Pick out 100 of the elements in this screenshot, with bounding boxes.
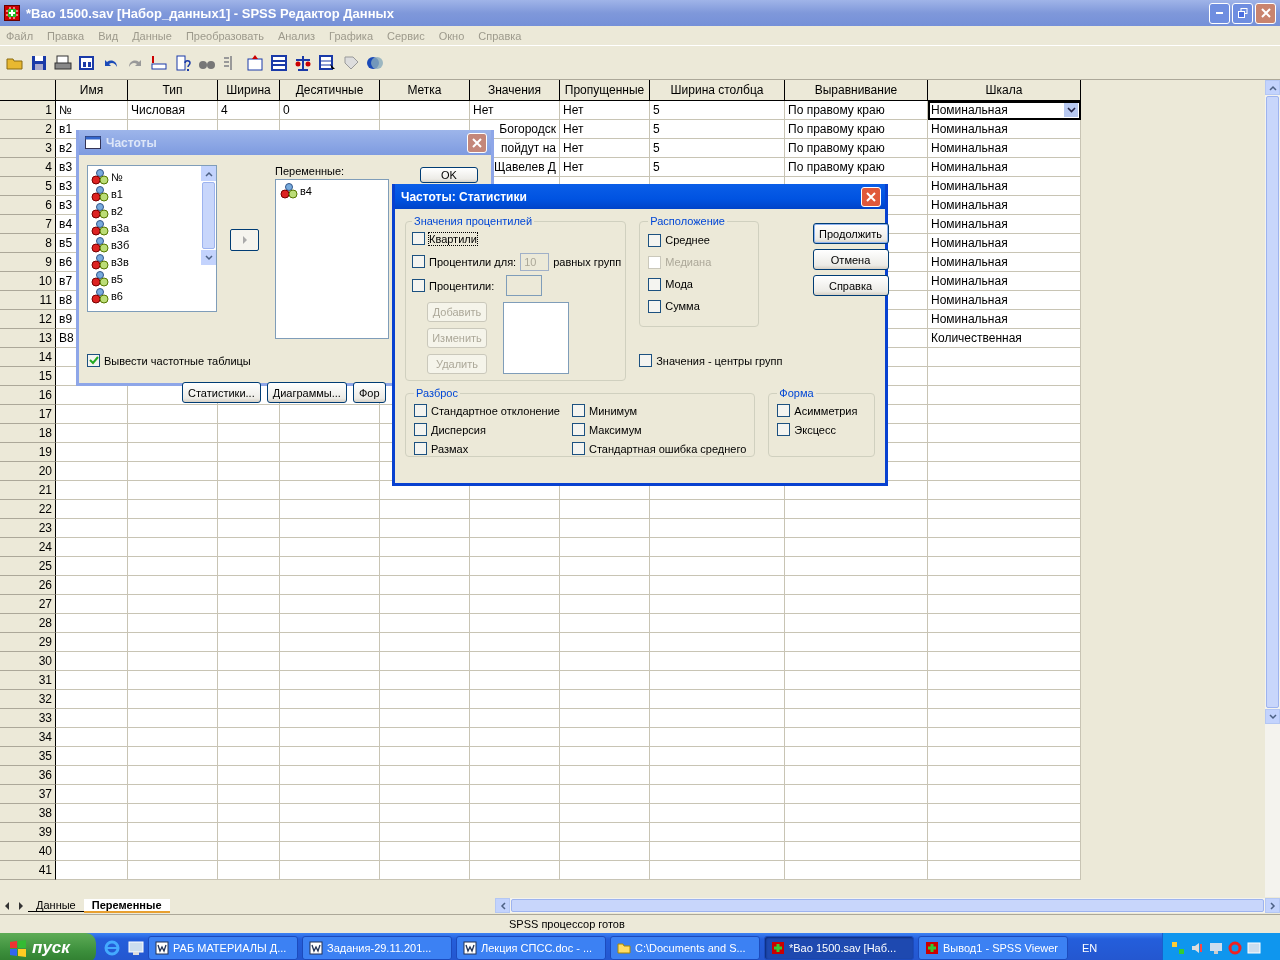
- column-header[interactable]: Шкала: [928, 80, 1081, 101]
- taskbar-button[interactable]: Вывод1 - SPSS Viewer: [918, 936, 1068, 960]
- row-number[interactable]: 37: [0, 785, 56, 804]
- row-number[interactable]: 27: [0, 595, 56, 614]
- row-number[interactable]: 5: [0, 177, 56, 196]
- row-number[interactable]: 1: [0, 101, 56, 120]
- language-indicator[interactable]: EN: [1082, 942, 1098, 954]
- checkbox[interactable]: Процентили:: [412, 276, 495, 295]
- ok-button[interactable]: OK: [420, 167, 478, 183]
- close-button[interactable]: [861, 186, 881, 207]
- checkbox[interactable]: Стандартная ошибка среднего: [572, 439, 747, 458]
- dialog-button[interactable]: Отмена: [812, 249, 889, 270]
- row-number[interactable]: 36: [0, 766, 56, 785]
- row-number[interactable]: 33: [0, 709, 56, 728]
- row-number[interactable]: 32: [0, 690, 56, 709]
- row-number[interactable]: 9: [0, 253, 56, 272]
- list-item[interactable]: в2: [111, 204, 123, 217]
- checkbox[interactable]: Среднее: [648, 229, 751, 251]
- taskbar-button[interactable]: C:\Documents and S...: [610, 936, 760, 960]
- row-number[interactable]: 23: [0, 519, 56, 538]
- row-number[interactable]: 22: [0, 500, 56, 519]
- column-header[interactable]: Ширина столбца: [650, 80, 785, 101]
- selected-variable-list[interactable]: в4: [275, 179, 389, 339]
- close-button[interactable]: [1255, 2, 1276, 24]
- list-item[interactable]: в3в: [111, 255, 129, 268]
- insert-variable-icon[interactable]: [246, 53, 264, 72]
- row-number[interactable]: 35: [0, 747, 56, 766]
- scales-icon[interactable]: [294, 53, 312, 72]
- dialog-button[interactable]: Справка: [812, 275, 889, 296]
- row-number[interactable]: 13: [0, 329, 56, 348]
- list-item[interactable]: в3б: [111, 238, 130, 251]
- horizontal-scrollbar[interactable]: [495, 898, 1280, 913]
- checkbox[interactable]: Мода: [648, 273, 751, 295]
- list-item[interactable]: в4: [300, 184, 312, 197]
- scroll-thumb[interactable]: [202, 182, 215, 249]
- row-number[interactable]: 4: [0, 158, 56, 177]
- move-button[interactable]: [230, 229, 259, 251]
- start-button[interactable]: пуск: [0, 933, 96, 960]
- row-number[interactable]: 10: [0, 272, 56, 291]
- scroll-up-icon[interactable]: [204, 170, 213, 177]
- checkbox[interactable]: Эксцесс: [777, 420, 866, 439]
- column-header[interactable]: Выравнивание: [785, 80, 928, 101]
- checkbox[interactable]: Максимум: [572, 420, 747, 439]
- checkbox[interactable]: Квартили: [412, 229, 622, 248]
- row-number[interactable]: 25: [0, 557, 56, 576]
- window-icon[interactable]: [1247, 941, 1261, 955]
- column-header[interactable]: Метка: [380, 80, 470, 101]
- taskbar-button[interactable]: Задания-29.11.201...: [302, 936, 452, 960]
- row-number[interactable]: 40: [0, 842, 56, 861]
- vertical-scrollbar[interactable]: [1265, 80, 1280, 897]
- sheet-tab[interactable]: Данные: [28, 899, 84, 912]
- column-header[interactable]: Ширина: [218, 80, 280, 101]
- dialog-icon[interactable]: [78, 53, 96, 72]
- split-file-icon[interactable]: [270, 53, 288, 72]
- row-number[interactable]: 28: [0, 614, 56, 633]
- desktop-icon[interactable]: [128, 940, 144, 956]
- table-corner[interactable]: [0, 80, 56, 101]
- checkbox[interactable]: Дисперсия: [414, 420, 572, 439]
- checkbox[interactable]: Сумма: [648, 295, 751, 317]
- list-item[interactable]: в6: [111, 289, 123, 302]
- select-cases-icon[interactable]: [318, 53, 336, 72]
- row-number[interactable]: 18: [0, 424, 56, 443]
- monitor-icon[interactable]: [1209, 941, 1223, 955]
- row-number[interactable]: 21: [0, 481, 56, 500]
- row-number[interactable]: 31: [0, 671, 56, 690]
- row-number[interactable]: 24: [0, 538, 56, 557]
- scroll-up-icon[interactable]: [1268, 84, 1277, 91]
- scroll-right-icon[interactable]: [1269, 901, 1276, 910]
- row-number[interactable]: 29: [0, 633, 56, 652]
- taskbar-button[interactable]: Лекция СПСС.doc - ...: [456, 936, 606, 960]
- row-number[interactable]: 34: [0, 728, 56, 747]
- sheet-tab[interactable]: Переменные: [83, 898, 170, 913]
- dialog-button[interactable]: Фор: [352, 382, 386, 403]
- dialog-button[interactable]: Статистики...: [182, 382, 261, 403]
- row-number[interactable]: 11: [0, 291, 56, 310]
- scroll-down-icon[interactable]: [204, 254, 213, 261]
- list-item[interactable]: в3а: [111, 221, 130, 234]
- row-number[interactable]: 19: [0, 443, 56, 462]
- minimize-button[interactable]: [1209, 2, 1230, 24]
- row-number[interactable]: 20: [0, 462, 56, 481]
- row-number[interactable]: 8: [0, 234, 56, 253]
- row-number[interactable]: 17: [0, 405, 56, 424]
- row-number[interactable]: 16: [0, 386, 56, 405]
- row-number[interactable]: 39: [0, 823, 56, 842]
- row-number[interactable]: 7: [0, 215, 56, 234]
- checkbox[interactable]: Процентили для:: [412, 252, 517, 271]
- source-variable-list[interactable]: № в1 в2 в3а в3б в3в в5 в6: [87, 165, 217, 312]
- checkbox[interactable]: Минимум: [572, 401, 747, 420]
- restore-button[interactable]: [1232, 2, 1253, 24]
- scroll-left-icon[interactable]: [499, 901, 506, 910]
- tag-icon[interactable]: [342, 53, 360, 72]
- row-number[interactable]: 30: [0, 652, 56, 671]
- browser-icon[interactable]: [104, 940, 120, 956]
- row-number[interactable]: 15: [0, 367, 56, 386]
- taskbar-button[interactable]: *Вао 1500.sav [Наб...: [764, 936, 914, 960]
- row-number[interactable]: 2: [0, 120, 56, 139]
- dropdown-field[interactable]: Номинальная: [928, 101, 1081, 120]
- checkbox[interactable]: Размах: [414, 439, 572, 458]
- list-item[interactable]: в5: [111, 272, 123, 285]
- percentile-list[interactable]: [503, 302, 569, 374]
